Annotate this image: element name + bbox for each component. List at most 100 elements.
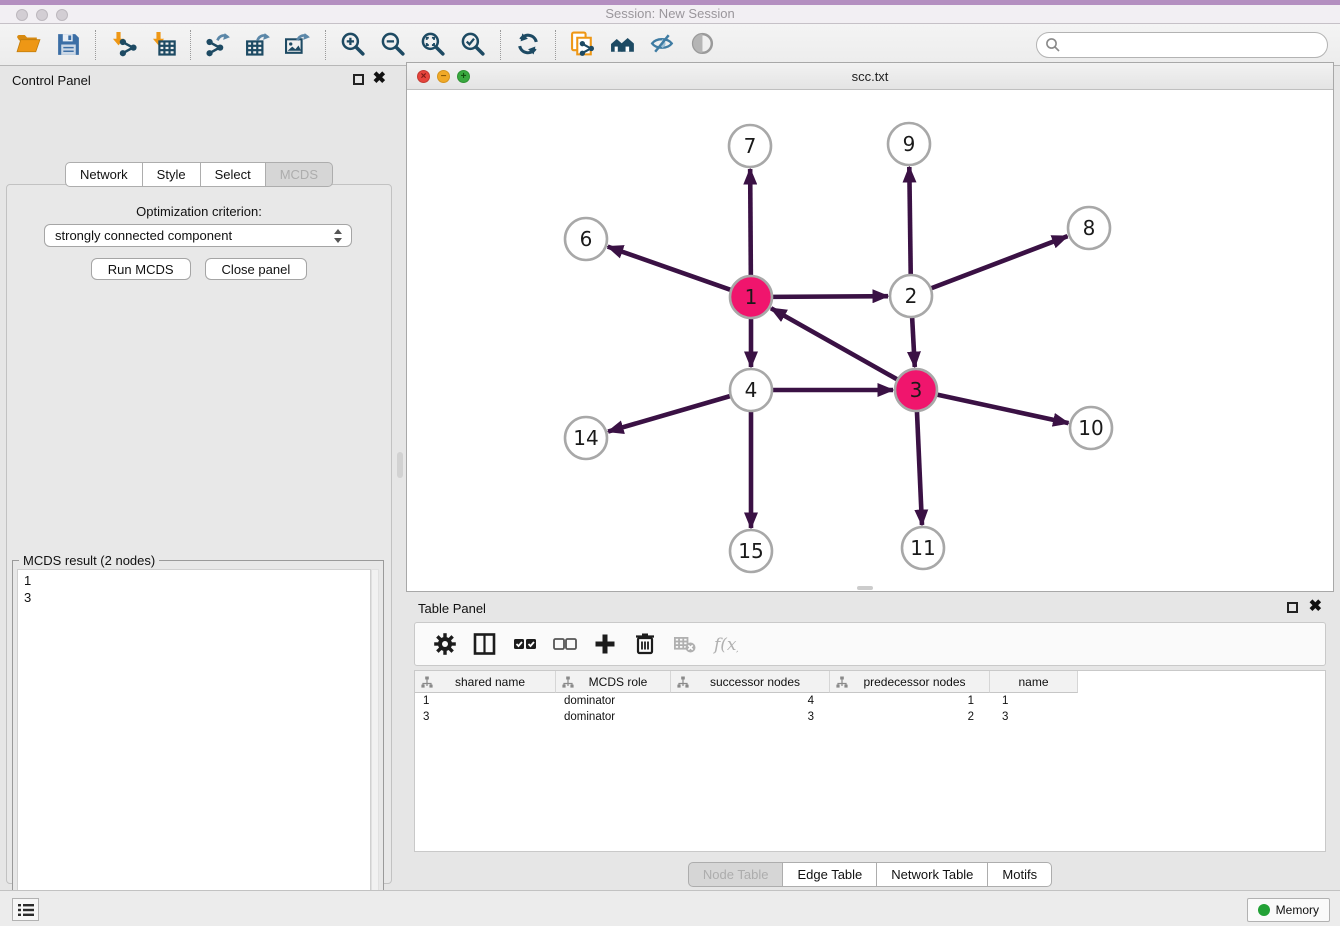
network-window-titlebar[interactable]: × − + scc.txt <box>407 63 1333 90</box>
zoom-out-button[interactable] <box>373 27 413 63</box>
cell[interactable]: 4 <box>671 693 830 709</box>
edge-1-2[interactable] <box>772 296 888 297</box>
memory-status-icon <box>1258 904 1270 916</box>
search-input[interactable] <box>1036 32 1328 58</box>
run-mcds-button[interactable]: Run MCDS <box>91 258 191 280</box>
cell[interactable]: 1 <box>830 693 990 709</box>
close-panel-icon[interactable]: ✖ <box>373 70 386 88</box>
tab-node-table[interactable]: Node Table <box>688 862 784 887</box>
optimization-criterion-select[interactable]: strongly connected component <box>44 224 352 247</box>
cell[interactable]: dominator <box>556 709 671 725</box>
zoom-selected-button[interactable] <box>453 27 493 63</box>
mcds-result-scrollbar[interactable] <box>371 569 379 926</box>
open-session-button[interactable] <box>8 27 48 63</box>
import-table-button[interactable] <box>143 27 183 63</box>
column-label: shared name <box>445 675 525 689</box>
cell[interactable]: 1 <box>415 693 556 709</box>
home-network-icon <box>610 31 637 58</box>
select-all-icon <box>512 631 538 657</box>
panel-splitter-handle[interactable] <box>397 452 403 478</box>
edge-1-7[interactable] <box>750 169 751 276</box>
cell[interactable]: 3 <box>671 709 830 725</box>
column-type-icon <box>421 676 433 688</box>
hide-selected-button[interactable] <box>643 27 683 63</box>
edge-3-10[interactable] <box>937 394 1069 423</box>
cell[interactable]: 2 <box>830 709 990 725</box>
save-session-button[interactable] <box>48 27 88 63</box>
tab-style[interactable]: Style <box>143 162 201 187</box>
zoom-in-button[interactable] <box>333 27 373 63</box>
export-network-icon <box>205 31 232 58</box>
search-box <box>1036 32 1328 58</box>
tab-edge-table[interactable]: Edge Table <box>783 862 877 887</box>
edge-4-14[interactable] <box>608 396 731 432</box>
refresh-layout-icon <box>515 31 542 58</box>
task-history-button[interactable] <box>12 898 39 921</box>
status-bar: Memory <box>0 890 1340 926</box>
tab-mcds[interactable]: MCDS <box>266 162 333 187</box>
add-column-button[interactable] <box>587 626 623 662</box>
tab-network[interactable]: Network <box>65 162 143 187</box>
mcds-result-textarea[interactable]: 1 3 <box>17 569 371 926</box>
column-header-shared-name[interactable]: shared name <box>415 671 556 693</box>
export-table-icon <box>245 31 272 58</box>
column-type-icon <box>677 676 689 688</box>
table-row[interactable]: 1dominator411 <box>415 693 1325 709</box>
svg-text:f(x): f(x) <box>712 635 738 655</box>
edge-2-3[interactable] <box>912 317 915 367</box>
export-table-button[interactable] <box>238 27 278 63</box>
export-network-button[interactable] <box>198 27 238 63</box>
node-label-15: 15 <box>738 539 763 563</box>
refresh-layout-button[interactable] <box>508 27 548 63</box>
float-panel-icon[interactable] <box>353 74 364 85</box>
table-toolbar: f(x) <box>414 622 1326 666</box>
edge-1-6[interactable] <box>608 247 731 290</box>
tab-motifs[interactable]: Motifs <box>988 862 1052 887</box>
tab-select[interactable]: Select <box>201 162 266 187</box>
edge-2-8[interactable] <box>931 236 1068 288</box>
column-header-predecessor-nodes[interactable]: predecessor nodes <box>830 671 990 693</box>
column-header-MCDS-role[interactable]: MCDS role <box>556 671 671 693</box>
edge-3-11[interactable] <box>917 411 922 525</box>
edge-2-9[interactable] <box>909 167 910 275</box>
zoom-fit-button[interactable] <box>413 27 453 63</box>
table-float-icon[interactable] <box>1287 602 1298 613</box>
open-session-icon <box>15 31 42 58</box>
settings-gear-button[interactable] <box>427 626 463 662</box>
import-network-button[interactable] <box>103 27 143 63</box>
memory-button[interactable]: Memory <box>1247 898 1330 922</box>
network-graph: 7968124314101511 <box>407 90 1333 591</box>
column-header-name[interactable]: name <box>990 671 1078 693</box>
zoom-in-icon <box>340 31 367 58</box>
home-network-button[interactable] <box>603 27 643 63</box>
table-row[interactable]: 3dominator323 <box>415 709 1325 725</box>
export-image-button[interactable] <box>278 27 318 63</box>
network-hscroll-thumb[interactable] <box>857 586 873 590</box>
node-table: shared name MCDS role successor nodesprede… <box>414 670 1326 852</box>
function-builder-icon: f(x) <box>712 631 738 657</box>
list-icon <box>18 903 34 917</box>
delete-column-button[interactable] <box>627 626 663 662</box>
cell[interactable]: 1 <box>990 693 1078 709</box>
close-panel-button[interactable]: Close panel <box>205 258 308 280</box>
graphics-details-button[interactable] <box>683 27 723 63</box>
column-label: MCDS role <box>579 675 648 689</box>
toggle-column-button[interactable] <box>467 626 503 662</box>
network-canvas[interactable]: 7968124314101511 <box>407 90 1333 591</box>
toolbar-separator <box>500 30 501 60</box>
deselect-all-button[interactable] <box>547 626 583 662</box>
select-all-button[interactable] <box>507 626 543 662</box>
function-builder-button: f(x) <box>707 626 743 662</box>
tab-network-table[interactable]: Network Table <box>877 862 988 887</box>
clone-network-button[interactable] <box>563 27 603 63</box>
table-close-icon[interactable]: ✖ <box>1309 598 1322 616</box>
edge-3-1[interactable] <box>771 308 898 379</box>
node-label-2: 2 <box>905 284 918 308</box>
cell[interactable]: dominator <box>556 693 671 709</box>
clone-network-icon <box>570 31 597 58</box>
column-header-successor-nodes[interactable]: successor nodes <box>671 671 830 693</box>
column-type-icon <box>562 676 574 688</box>
toolbar-separator <box>555 30 556 60</box>
cell[interactable]: 3 <box>990 709 1078 725</box>
cell[interactable]: 3 <box>415 709 556 725</box>
